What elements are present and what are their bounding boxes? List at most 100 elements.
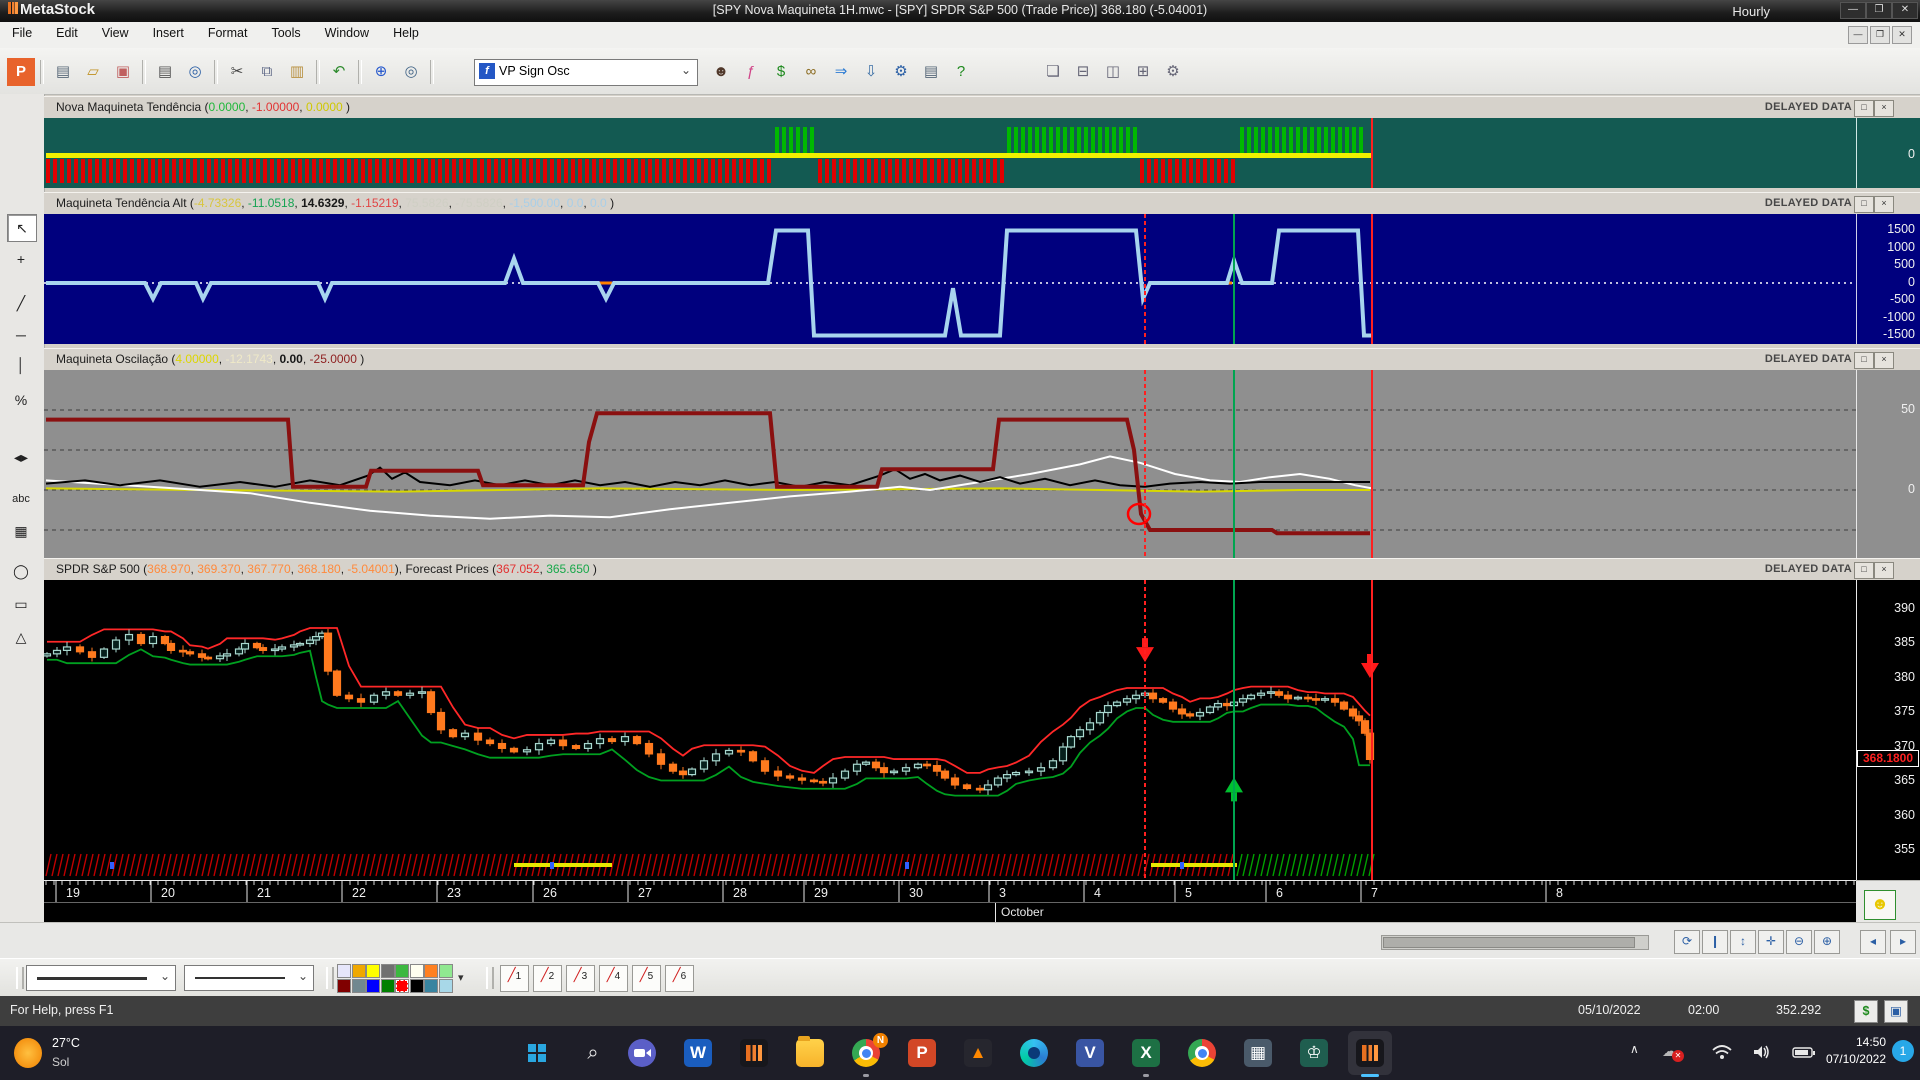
mdi-minimize-button[interactable]: — bbox=[1848, 26, 1868, 44]
price-scale-panel-2[interactable]: 1500 1000 500 0 -500 -1000 -1500 bbox=[1856, 214, 1920, 344]
excel-icon[interactable]: X bbox=[1124, 1031, 1168, 1077]
copy-icon[interactable]: ⧉ bbox=[253, 58, 281, 86]
refresh-button[interactable]: ⟳ bbox=[1674, 930, 1700, 954]
expert-advisor-icon[interactable]: ⚙ bbox=[887, 58, 915, 86]
report-view-icon[interactable]: ▤ bbox=[917, 58, 945, 86]
chart-template-button-6[interactable]: ╱6 bbox=[665, 965, 694, 992]
tile-horizontal-icon[interactable]: ⊟ bbox=[1069, 58, 1097, 86]
downloader-icon[interactable]: ⇩ bbox=[857, 58, 885, 86]
panel-title-maquineta-tendencia-alt[interactable]: Maquineta Tendência Alt (-4.73326, -11.0… bbox=[44, 192, 1920, 216]
metastock-taskbar-icon[interactable] bbox=[732, 1031, 776, 1075]
wifi-icon[interactable] bbox=[1712, 1044, 1732, 1060]
price-scale-panel-4[interactable]: 390 385 380 375 370 365 360 355 bbox=[1856, 580, 1920, 880]
system-tester-icon[interactable]: $ bbox=[767, 58, 795, 86]
price-scale-panel-1[interactable]: 0 bbox=[1856, 118, 1920, 188]
speaker-icon[interactable] bbox=[1752, 1044, 1772, 1060]
page-left-button[interactable]: ◂ bbox=[1860, 930, 1886, 954]
pointer-tool[interactable]: ↖ bbox=[7, 214, 37, 242]
palette-color[interactable] bbox=[366, 964, 380, 978]
palette-color[interactable] bbox=[438, 978, 453, 993]
mdi-restore-button[interactable]: ❐ bbox=[1870, 26, 1890, 44]
close-panel-button[interactable]: × bbox=[1874, 100, 1894, 117]
dollar-status-icon[interactable]: $ bbox=[1854, 1000, 1878, 1023]
close-panel-button[interactable]: × bbox=[1874, 352, 1894, 369]
tray-chevron-icon[interactable]: ∧ bbox=[1630, 1042, 1639, 1056]
maximize-panel-button[interactable]: □ bbox=[1854, 100, 1874, 117]
palette-color[interactable] bbox=[395, 964, 409, 978]
maximize-panel-button[interactable]: □ bbox=[1854, 352, 1874, 369]
palette-color[interactable] bbox=[337, 964, 351, 978]
panel-title-maquineta-oscilacao[interactable]: Maquineta Oscilação (4.00000, -12.1743, … bbox=[44, 348, 1920, 372]
palette-dropdown-icon[interactable]: ▾ bbox=[458, 971, 464, 984]
options-icon[interactable]: ⚙ bbox=[1159, 58, 1187, 86]
rectangle-tool[interactable]: ▭ bbox=[7, 591, 35, 617]
line-style-combobox[interactable]: ⌄ bbox=[26, 965, 176, 991]
horizontal-scrollbar[interactable] bbox=[1381, 935, 1649, 950]
close-panel-button[interactable]: × bbox=[1874, 562, 1894, 579]
taskbar-clock[interactable]: 14:50 07/10/2022 bbox=[1826, 1034, 1886, 1068]
maximize-panel-button[interactable]: □ bbox=[1854, 196, 1874, 213]
chart-panel-spdr-sp500[interactable] bbox=[44, 580, 1856, 880]
ellipse-tool[interactable]: ◯ bbox=[7, 558, 35, 584]
indicator-combobox[interactable]: f VP Sign Osc ⌄ bbox=[474, 59, 698, 86]
line-weight-combobox[interactable]: ⌄ bbox=[184, 965, 314, 991]
explorer-icon[interactable]: ☻ bbox=[707, 58, 735, 86]
toolbar-grip[interactable] bbox=[486, 967, 494, 989]
palette-color[interactable] bbox=[380, 964, 395, 978]
context-help-icon[interactable]: ? bbox=[947, 58, 975, 86]
paste-icon[interactable]: ▥ bbox=[283, 58, 311, 86]
chart-template-button-1[interactable]: ╱1 bbox=[500, 965, 529, 992]
palette-color[interactable] bbox=[366, 978, 380, 993]
visio-icon[interactable]: V bbox=[1068, 1031, 1112, 1075]
triangle-tool[interactable]: △ bbox=[7, 624, 35, 650]
indicator-builder-icon[interactable]: ƒ bbox=[737, 58, 765, 86]
restore-button[interactable]: ❐ bbox=[1866, 2, 1892, 19]
palette-color[interactable] bbox=[395, 978, 409, 993]
mdi-close-button[interactable]: ✕ bbox=[1892, 26, 1912, 44]
panel-title-nova-maquineta-tendencia[interactable]: Nova Maquineta Tendência (0.0000, -1.000… bbox=[44, 96, 1920, 120]
vertical-zoom-button[interactable]: ↕ bbox=[1730, 930, 1756, 954]
open-icon[interactable]: ▱ bbox=[79, 58, 107, 86]
word-icon[interactable]: W bbox=[676, 1031, 720, 1075]
menu-edit[interactable]: Edit bbox=[44, 22, 90, 44]
price-scale-panel-3[interactable]: 50 0 bbox=[1856, 370, 1920, 558]
close-panel-button[interactable]: × bbox=[1874, 196, 1894, 213]
pan-button[interactable]: ✛ bbox=[1758, 930, 1784, 954]
start-button[interactable] bbox=[515, 1031, 559, 1075]
print-icon[interactable]: ▤ bbox=[151, 58, 179, 86]
cut-icon[interactable]: ✂ bbox=[223, 58, 251, 86]
edge-icon[interactable] bbox=[1012, 1031, 1056, 1075]
chart-panel-nova-maquineta-tendencia[interactable] bbox=[44, 118, 1856, 188]
menu-format[interactable]: Format bbox=[196, 22, 260, 44]
onedrive-error-icon[interactable]: ☁ ✕ bbox=[1662, 1042, 1684, 1062]
chart-template-button-3[interactable]: ╱3 bbox=[566, 965, 595, 992]
file-explorer-icon[interactable] bbox=[788, 1031, 832, 1075]
cascade-windows-icon[interactable]: ❏ bbox=[1039, 58, 1067, 86]
metastock-active-icon[interactable] bbox=[1348, 1031, 1392, 1077]
forecast-arrow-icon[interactable]: ⇒ bbox=[827, 58, 855, 86]
menu-tools[interactable]: Tools bbox=[259, 22, 312, 44]
chess-icon[interactable]: ♔ bbox=[1292, 1031, 1336, 1075]
print-preview-icon[interactable]: ◎ bbox=[181, 58, 209, 86]
crosshair-tool[interactable]: + bbox=[7, 246, 35, 272]
toolbar-grip[interactable] bbox=[16, 967, 24, 989]
palette-color[interactable] bbox=[351, 978, 366, 993]
vlc-icon[interactable]: ▲ bbox=[956, 1031, 1000, 1075]
chrome-secondary-icon[interactable] bbox=[1180, 1031, 1224, 1075]
panel-title-spdr-sp500[interactable]: SPDR S&P 500 (368.970, 369.370, 367.770,… bbox=[44, 558, 1920, 582]
menu-file[interactable]: File bbox=[0, 22, 44, 44]
chart-template-button-2[interactable]: ╱2 bbox=[533, 965, 562, 992]
menu-window[interactable]: Window bbox=[313, 22, 381, 44]
horizontal-line-tool[interactable]: ─ bbox=[7, 322, 35, 348]
menu-view[interactable]: View bbox=[90, 22, 141, 44]
monitor-status-icon[interactable]: ▣ bbox=[1884, 1000, 1908, 1023]
tile-vertical-icon[interactable]: ◫ bbox=[1099, 58, 1127, 86]
chart-template-button-5[interactable]: ╱5 bbox=[632, 965, 661, 992]
palette-color[interactable] bbox=[424, 978, 438, 993]
undo-icon[interactable]: ↶ bbox=[325, 58, 353, 86]
grid-tool[interactable]: ▦ bbox=[7, 518, 35, 544]
toolbar-grip[interactable] bbox=[326, 967, 334, 989]
minimize-button[interactable]: — bbox=[1840, 2, 1866, 19]
chart-template-button-4[interactable]: ╱4 bbox=[599, 965, 628, 992]
palette-color[interactable] bbox=[424, 964, 438, 978]
